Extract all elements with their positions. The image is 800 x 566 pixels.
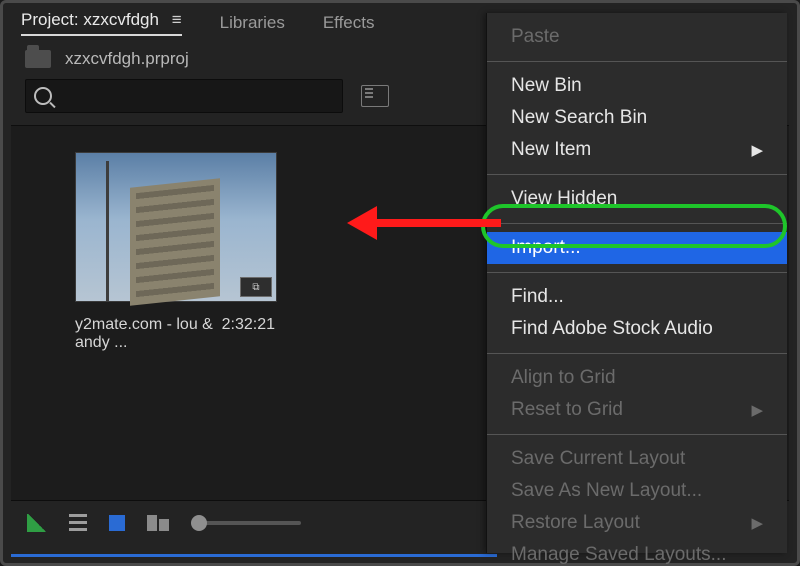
menu-new-search-bin[interactable]: New Search Bin [487, 102, 787, 134]
tab-project-name: xzxcvfdgh [83, 10, 159, 29]
zoom-slider[interactable] [191, 521, 301, 525]
thumb-decor [130, 178, 220, 305]
search-icon [34, 87, 52, 105]
search-field[interactable] [60, 87, 334, 106]
project-icon [25, 50, 51, 68]
clip-thumbnail[interactable]: ⧉ [75, 152, 277, 302]
project-file-name: xzxcvfdgh.prproj [65, 49, 189, 69]
tab-project-prefix: Project: [21, 10, 79, 29]
thumb-decor [106, 161, 109, 301]
submenu-arrow-icon: ▶ [751, 141, 763, 159]
menu-new-bin[interactable]: New Bin [487, 70, 787, 102]
context-menu: Paste New Bin New Search Bin New Item▶ V… [486, 13, 787, 553]
menu-save-as-new-layout: Save As New Layout... [487, 475, 787, 507]
tab-libraries[interactable]: Libraries [220, 13, 285, 33]
menu-new-item[interactable]: New Item▶ [487, 134, 787, 166]
menu-view-hidden[interactable]: View Hidden [487, 183, 787, 215]
freeform-view-icon[interactable] [147, 515, 169, 531]
menu-save-current-layout: Save Current Layout [487, 443, 787, 475]
menu-align-to-grid: Align to Grid [487, 362, 787, 394]
write-mode-icon[interactable] [27, 514, 47, 532]
list-view-icon[interactable] [69, 514, 87, 532]
clip-name: y2mate.com - lou & andy ... [75, 316, 222, 352]
panel-menu-icon[interactable]: ≡ [172, 10, 182, 29]
submenu-arrow-icon: ▶ [751, 401, 763, 419]
new-bin-icon[interactable] [361, 85, 389, 107]
clip-duration: 2:32:21 [222, 316, 275, 352]
clip-item[interactable]: ⧉ y2mate.com - lou & andy ... 2:32:21 [75, 152, 275, 352]
menu-reset-to-grid: Reset to Grid▶ [487, 394, 787, 426]
menu-restore-layout: Restore Layout▶ [487, 507, 787, 539]
panel-focus-indicator [11, 554, 497, 557]
menu-paste: Paste [487, 21, 787, 53]
search-input[interactable] [25, 79, 343, 113]
menu-manage-saved-layouts: Manage Saved Layouts... [487, 539, 787, 566]
icon-view-icon[interactable] [109, 515, 125, 531]
clip-type-badge: ⧉ [240, 277, 272, 297]
menu-find[interactable]: Find... [487, 281, 787, 313]
submenu-arrow-icon: ▶ [751, 514, 763, 532]
tab-project[interactable]: Project: xzxcvfdgh ≡ [21, 10, 182, 36]
menu-find-stock-audio[interactable]: Find Adobe Stock Audio [487, 313, 787, 345]
tab-effects[interactable]: Effects [323, 13, 375, 33]
menu-import[interactable]: Import... [487, 232, 787, 264]
